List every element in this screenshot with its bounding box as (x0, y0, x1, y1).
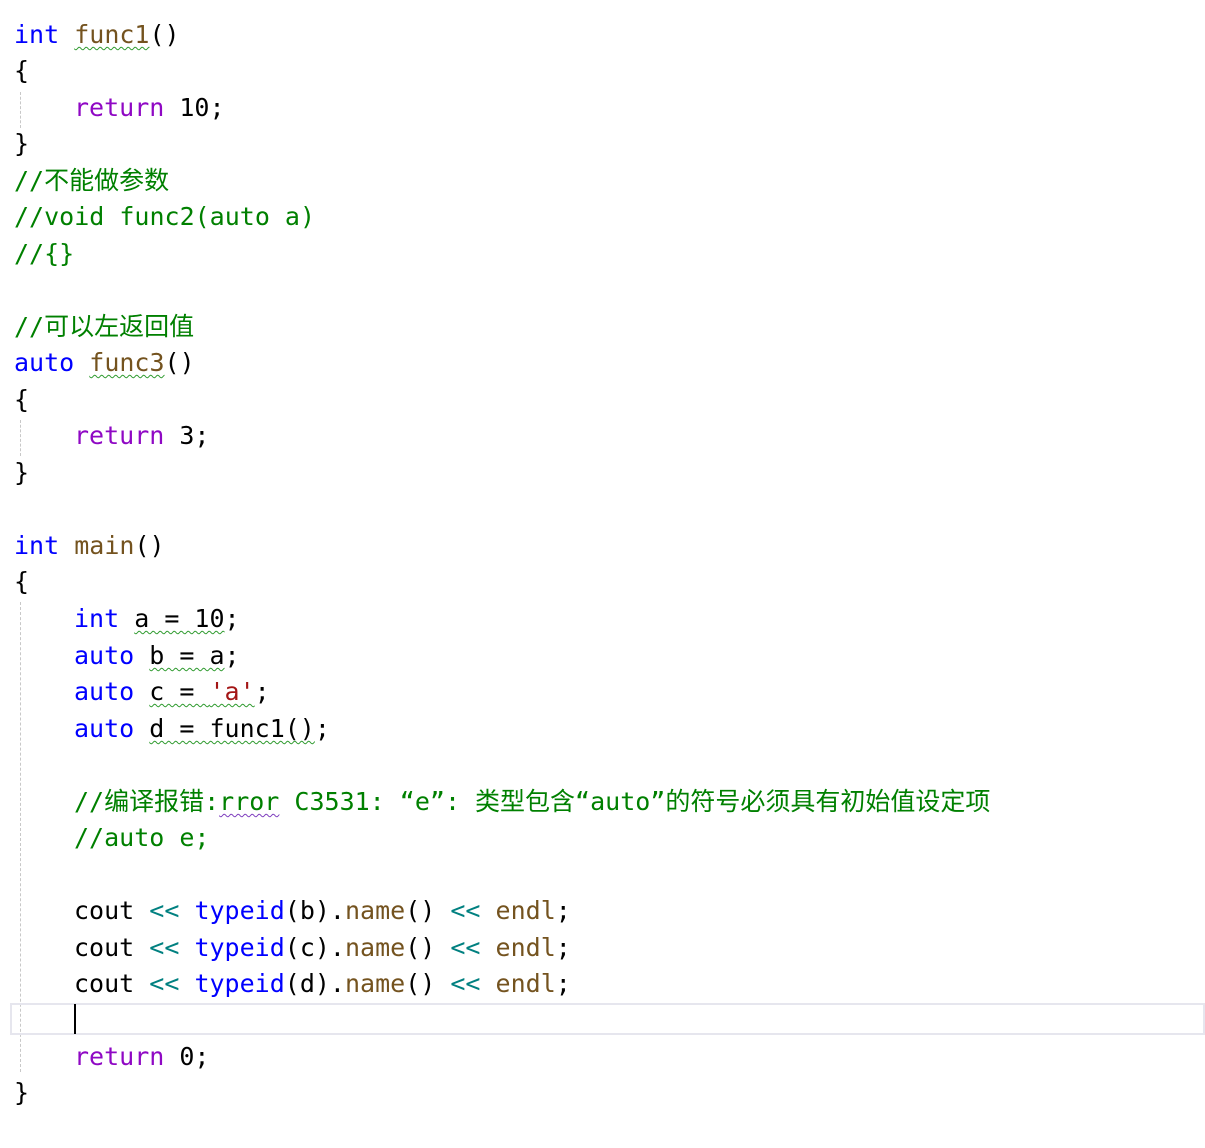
code-line: cout << typeid(d).name() << endl; (74, 969, 571, 998)
warning-squiggle: b = a (149, 641, 225, 670)
code-line: } (14, 458, 30, 487)
spelling-squiggle: rror (219, 787, 280, 816)
code-line: auto c = 'a'; (74, 677, 270, 706)
warning-squiggle: a = 10 (134, 604, 225, 633)
function-name: func3 (89, 348, 165, 377)
comment-line: //编译报错:rror C3531: “e”: 类型包含“auto”的符号必须具… (74, 787, 991, 816)
current-line-highlight (10, 1003, 1205, 1035)
code-line: auto b = a; (74, 641, 240, 670)
comment-line: //void func2(auto a) (14, 202, 316, 231)
code-line: { (14, 567, 30, 596)
code-line: cout << typeid(c).name() << endl; (74, 933, 571, 962)
code-line: int func1() (14, 20, 180, 49)
code-line: return 3; (74, 421, 210, 450)
function-name: func1 (74, 20, 150, 49)
code-line: auto d = func1(); (74, 714, 330, 743)
code-editor[interactable]: int func1() { return 10; } //不能做参数 //voi… (0, 0, 1205, 1148)
indent-guide (20, 420, 21, 456)
code-line: int main() (14, 531, 165, 560)
comment-line: //可以左返回值 (14, 312, 195, 341)
comment-line: //auto e; (74, 823, 210, 852)
code-line: return 10; (74, 93, 225, 122)
comment-line: //不能做参数 (14, 166, 170, 195)
warning-squiggle: c = 'a' (149, 677, 255, 706)
code-line: int a = 10; (74, 604, 240, 633)
code-line: } (14, 129, 30, 158)
code-line: } (14, 1078, 30, 1107)
text-caret (74, 1004, 76, 1034)
function-name: main (74, 531, 135, 560)
code-line: return 0; (74, 1042, 210, 1071)
warning-squiggle: d = func1() (149, 714, 315, 743)
code-line: cout << typeid(b).name() << endl; (74, 896, 571, 925)
code-line: { (14, 385, 30, 414)
code-line: { (14, 56, 30, 85)
indent-guide (20, 602, 21, 1072)
comment-line: //{} (14, 239, 75, 268)
indent-guide (20, 92, 21, 128)
code-line: auto func3() (14, 348, 195, 377)
